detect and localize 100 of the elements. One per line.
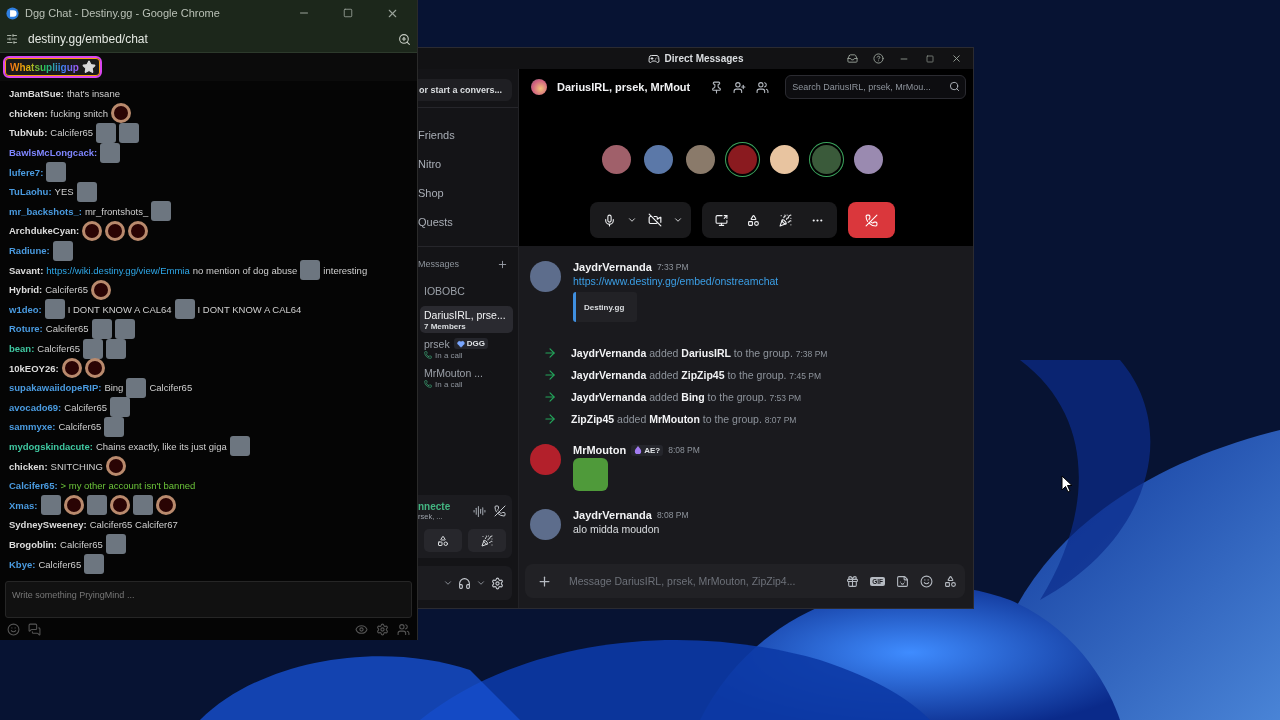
- add-icon[interactable]: [537, 573, 552, 589]
- star-icon: [81, 60, 96, 74]
- nav-item[interactable]: Shop: [418, 178, 518, 207]
- add-user-icon[interactable]: [733, 80, 747, 94]
- search-icon: [949, 81, 960, 92]
- system-message: JaydrVernanda added Bing to the group. 7:53 PM: [571, 391, 802, 403]
- chat-username[interactable]: ArchdukeCyan:: [9, 225, 80, 237]
- emote-image: [100, 142, 121, 163]
- flame-icon: [634, 446, 643, 454]
- chat-username[interactable]: lufere7:: [9, 166, 44, 178]
- disconnect-icon[interactable]: [494, 505, 506, 517]
- participant-avatar[interactable]: [853, 145, 883, 174]
- chat-username[interactable]: mydogskindacute:: [9, 441, 93, 452]
- end-call-button[interactable]: [847, 202, 895, 238]
- chat-username[interactable]: chicken:: [9, 460, 48, 472]
- link-embed[interactable]: Destiny.gg: [573, 292, 637, 322]
- ring-emote-icon: [105, 456, 126, 477]
- emote-image: [44, 299, 65, 320]
- message-link[interactable]: https://www.destiny.gg/embed/onstreamchat: [573, 275, 779, 287]
- nav-item[interactable]: Quests: [418, 207, 518, 236]
- members-icon[interactable]: [756, 80, 770, 94]
- chat-username[interactable]: BawlsMcLongcack:: [9, 147, 98, 159]
- message-text: alo midda moudon: [573, 523, 661, 535]
- nav-item[interactable]: Nitro: [418, 149, 518, 178]
- emote-image: [229, 436, 250, 457]
- site-logo-icon: [6, 6, 19, 20]
- emote-image: [114, 318, 135, 339]
- chat-username[interactable]: Kbye:: [9, 558, 36, 570]
- headphones-icon[interactable]: [458, 576, 471, 590]
- user-avatar: [530, 444, 561, 475]
- message-author[interactable]: MrMouton: [573, 444, 627, 456]
- users-icon[interactable]: [397, 622, 410, 636]
- ring-emote-icon: [128, 220, 149, 241]
- caret-icon[interactable]: [443, 578, 453, 588]
- message-author[interactable]: JaydrVernanda: [573, 261, 652, 273]
- dm-item[interactable]: DariusIRL, prse... 7 Members: [420, 306, 513, 333]
- nav-item[interactable]: Friends: [418, 120, 518, 149]
- emote-image: [105, 534, 126, 555]
- chat-username[interactable]: 10kEOY26:: [9, 362, 59, 374]
- sound-waves-icon[interactable]: [473, 504, 486, 518]
- caret-icon[interactable]: [626, 215, 637, 225]
- sticker-icon[interactable]: [896, 574, 909, 588]
- dm-item[interactable]: MrMouton ... In a call: [420, 364, 513, 391]
- window-title: Dgg Chat - Destiny.gg - Google Chrome: [25, 7, 221, 19]
- chat-username[interactable]: supakawaiidopeRIP:: [9, 382, 102, 394]
- caret-icon[interactable]: [476, 578, 486, 588]
- chat-username[interactable]: Roture:: [9, 323, 43, 335]
- dm-item[interactable]: IOBOBC: [420, 277, 513, 304]
- apps-icon[interactable]: [944, 574, 957, 588]
- message-text: Calcifer65: [58, 421, 102, 433]
- message-text: Calcifer65: [149, 382, 193, 394]
- caret-icon[interactable]: [672, 215, 683, 225]
- ring-emote-icon: [63, 495, 84, 516]
- conversation-search-button[interactable]: or start a convers...: [418, 79, 512, 101]
- activities-button[interactable]: [424, 529, 462, 552]
- chat-username[interactable]: TubNub:: [9, 127, 48, 139]
- pin-icon[interactable]: [710, 80, 724, 94]
- chat-username[interactable]: TuLaohu:: [9, 186, 52, 198]
- message-text: SNITCHING: [50, 460, 103, 472]
- chat-input[interactable]: Write something PryingMind ...: [5, 581, 412, 618]
- message-text: Calcifer65: [37, 343, 81, 354]
- participant-avatar[interactable]: [769, 145, 799, 174]
- dm-item[interactable]: prsek DGG In a call: [420, 335, 513, 362]
- message-text: interesting: [323, 264, 368, 276]
- add-icon[interactable]: [497, 258, 508, 270]
- highlighted-user-chip[interactable]: Whatsupliigup: [3, 56, 102, 78]
- arrow-right-icon: [543, 368, 557, 382]
- zoom-icon[interactable]: [398, 32, 411, 46]
- chat-username[interactable]: Hybrid:: [9, 284, 43, 296]
- chat-username[interactable]: avocado69:: [9, 401, 62, 413]
- eye-icon[interactable]: [355, 622, 368, 636]
- search-field[interactable]: Search DariusIRL, prsek, MrMou...: [785, 75, 966, 99]
- ring-emote-icon: [84, 358, 105, 379]
- chat-username[interactable]: JamBatSue:: [9, 88, 64, 100]
- soundboard-button[interactable]: [468, 529, 506, 552]
- chat-username[interactable]: chicken:: [9, 107, 48, 119]
- message-text: Calcifer65: [60, 538, 103, 550]
- message-author[interactable]: JaydrVernanda: [573, 509, 652, 521]
- chat-username[interactable]: w1deo:: [9, 303, 42, 315]
- maximize-icon[interactable]: [343, 8, 353, 18]
- chat-username[interactable]: Radiune:: [9, 245, 50, 257]
- whispers-icon[interactable]: [28, 622, 41, 636]
- ring-emote-icon: [111, 103, 132, 124]
- chat-username[interactable]: Savant:: [9, 264, 44, 276]
- emoji-icon[interactable]: [920, 574, 933, 588]
- chat-username[interactable]: mr_backshots_:: [9, 205, 82, 217]
- chat-username[interactable]: bean:: [9, 343, 35, 354]
- chat-username[interactable]: Xmas:: [9, 499, 38, 511]
- message-time: 8:08 PM: [656, 510, 689, 520]
- message-link[interactable]: https://wiki.destiny.gg/view/Emmia: [46, 264, 190, 276]
- chat-username[interactable]: sammyxe:: [9, 421, 56, 433]
- gift-icon[interactable]: [846, 574, 860, 588]
- site-settings-icon[interactable]: [6, 33, 18, 45]
- chat-username[interactable]: SydneySweeney:: [9, 519, 87, 531]
- close-icon[interactable]: [950, 53, 962, 64]
- chat-username[interactable]: Brogoblin:: [9, 538, 57, 550]
- message-input[interactable]: Message DariusIRL, prsek, MrMouton, ZipZip4...: [563, 575, 836, 587]
- chat-username[interactable]: Calcifer65:: [9, 480, 58, 492]
- guild-tag: DGG: [453, 338, 488, 349]
- maximize-icon[interactable]: [926, 54, 934, 63]
